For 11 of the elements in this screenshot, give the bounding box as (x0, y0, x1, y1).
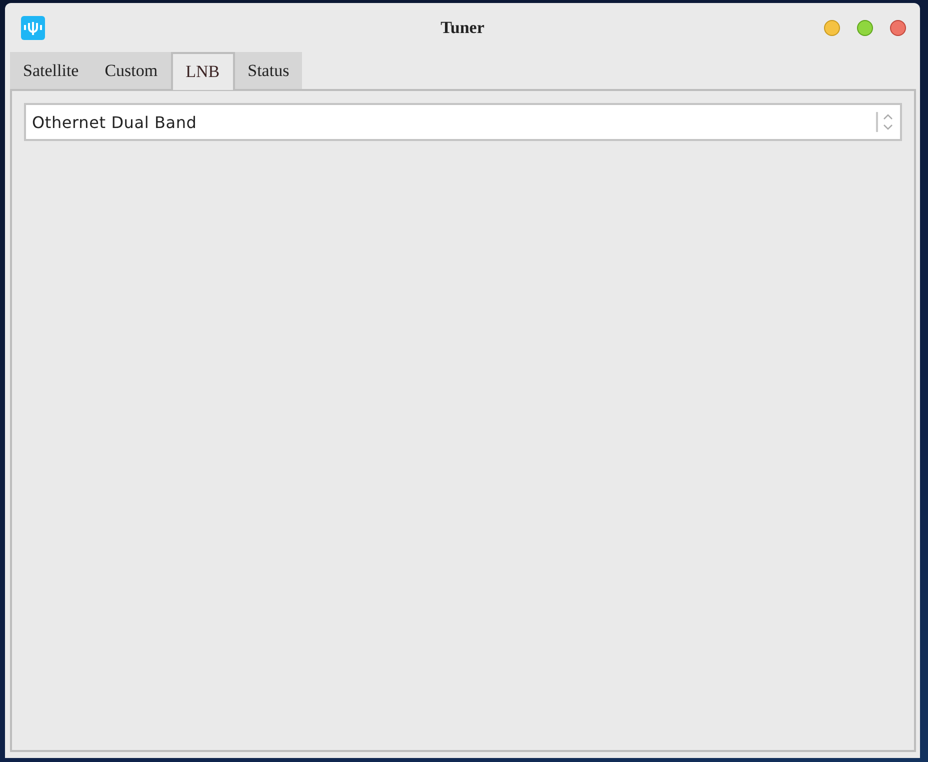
window-title: Tuner (440, 18, 484, 37)
maximize-button[interactable] (857, 20, 873, 36)
app-icon (21, 16, 45, 40)
tab[interactable]: Satellite (10, 52, 92, 89)
tab[interactable]: LNB (170, 52, 235, 90)
spinner-arrows-icon (882, 112, 894, 132)
lnb-select[interactable]: Othernet Dual Band (24, 103, 902, 141)
tab[interactable]: Status (234, 52, 302, 89)
minimize-button[interactable] (824, 20, 840, 36)
close-button[interactable] (890, 20, 906, 36)
tab[interactable]: Custom (92, 52, 171, 89)
